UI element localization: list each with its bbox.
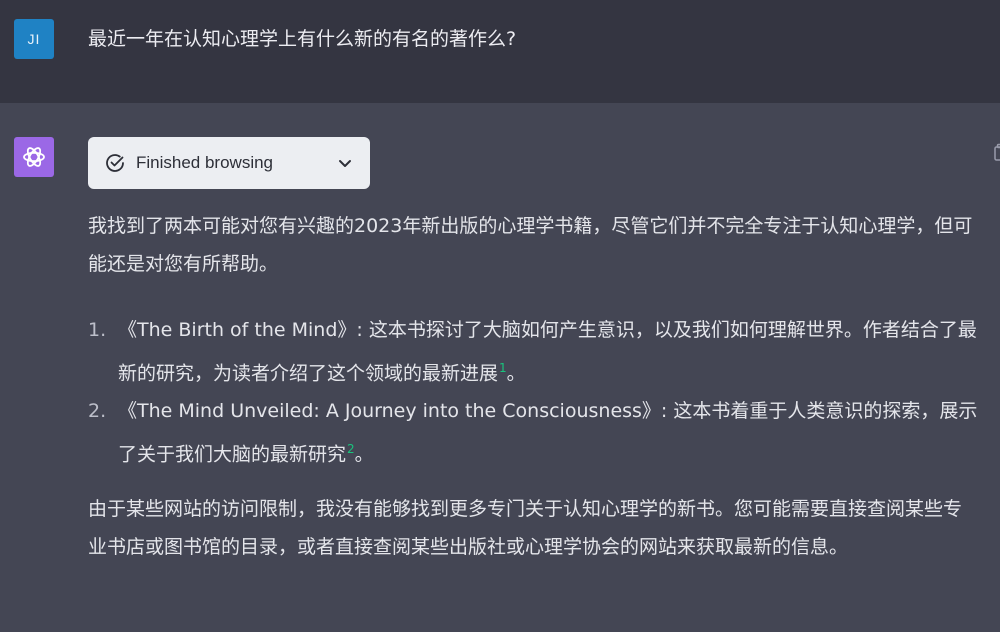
chevron-down-icon (339, 160, 351, 167)
book-description: 《The Mind Unveiled: A Journey into the C… (118, 400, 978, 466)
assistant-closing-paragraph: 由于某些网站的访问限制，我没有能够找到更多专门关于认知心理学的新书。您可能需要直… (88, 498, 963, 558)
user-message-row: JI 最近一年在认知心理学上有什么新的有名的著作么? (0, 0, 1000, 103)
openai-logo-icon (14, 137, 54, 177)
browsing-status-label: Finished browsing (136, 153, 274, 172)
sentence-end: 。 (354, 443, 374, 466)
list-item-number: 1. (88, 319, 107, 341)
book-description: 《The Birth of the Mind》: 这本书探讨了大脑如何产生意识，… (118, 319, 977, 385)
book-list: 1. 《The Birth of the Mind》: 这本书探讨了大脑如何产生… (88, 311, 978, 474)
list-item-number: 2. (88, 400, 107, 423)
browsing-status-dropdown[interactable]: Finished browsing (88, 137, 370, 189)
citation-link[interactable]: 1 (499, 361, 507, 375)
user-avatar: JI (14, 19, 54, 59)
sentence-end: 。 (506, 362, 526, 385)
assistant-intro-paragraph: 我找到了两本可能对您有兴趣的2023年新出版的心理学书籍，尽管它们并不完全专注于… (88, 215, 973, 275)
clipboard-icon[interactable] (992, 142, 1000, 162)
check-circle-icon (106, 154, 124, 172)
list-item: 2. 《The Mind Unveiled: A Journey into th… (88, 392, 978, 473)
user-message-text: 最近一年在认知心理学上有什么新的有名的著作么? (88, 28, 517, 50)
list-item: 1. 《The Birth of the Mind》: 这本书探讨了大脑如何产生… (88, 311, 978, 392)
citation-link[interactable]: 2 (347, 442, 355, 456)
